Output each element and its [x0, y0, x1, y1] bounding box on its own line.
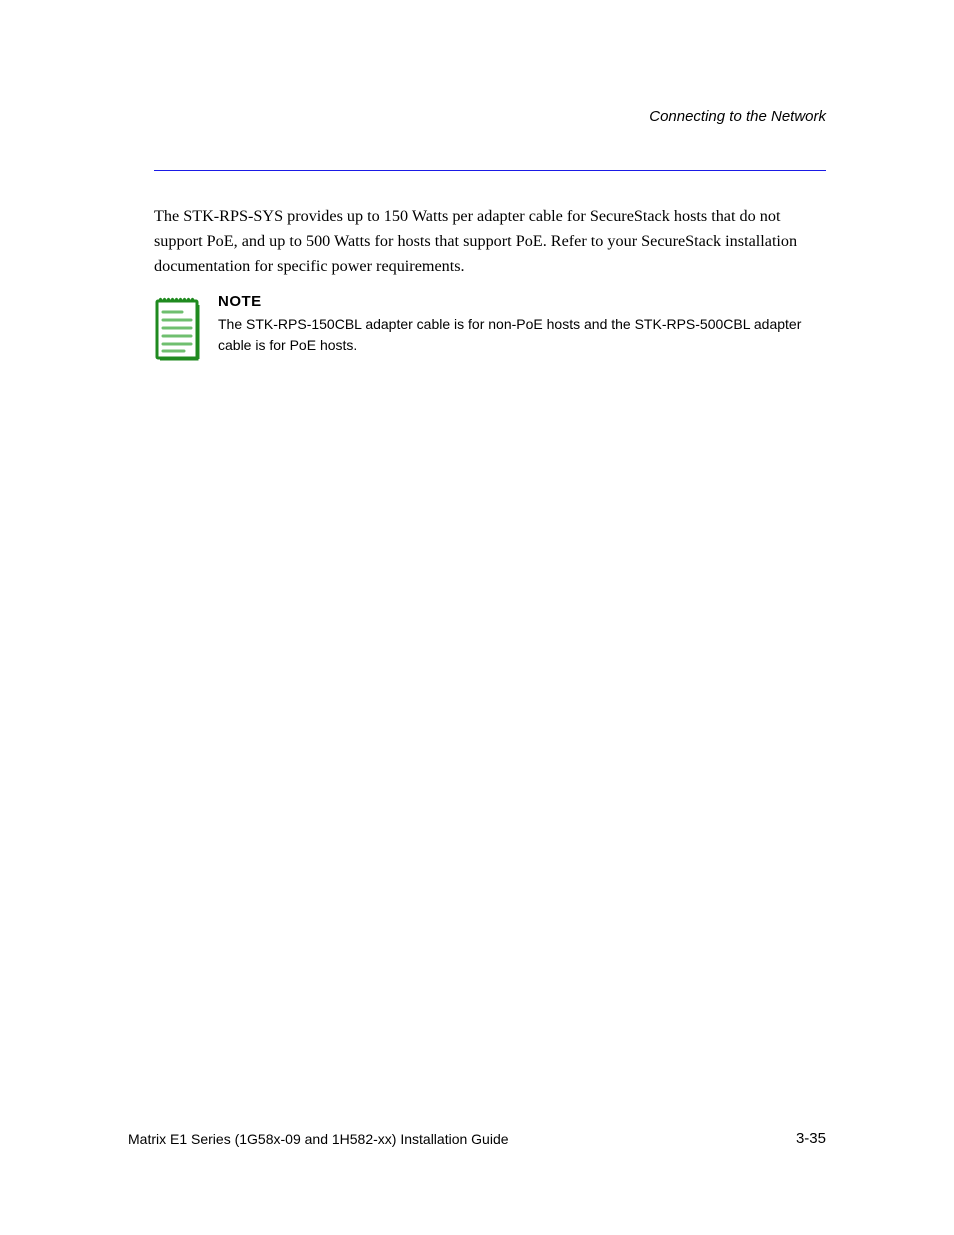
footer-page-number: 3-35 [796, 1130, 826, 1147]
note-block: NOTE The STK-RPS-150CBL adapter cable is… [154, 293, 826, 366]
footer-doc-title: Matrix E1 Series (1G58x-09 and 1H582-xx)… [128, 1131, 509, 1147]
header-rule [154, 170, 826, 171]
running-header: Connecting to the Network [649, 108, 826, 125]
note-text: NOTE The STK-RPS-150CBL adapter cable is… [218, 293, 826, 356]
body: The STK-RPS-SYS provides up to 150 Watts… [154, 204, 826, 366]
note-label: NOTE [218, 293, 826, 310]
note-icon-wrap [154, 293, 200, 366]
page: Connecting to the Network The STK-RPS-SY… [0, 0, 954, 1235]
paragraph-power-description: The STK-RPS-SYS provides up to 150 Watts… [154, 204, 826, 279]
note-body: The STK-RPS-150CBL adapter cable is for … [218, 314, 826, 356]
notepad-icon [154, 295, 200, 361]
